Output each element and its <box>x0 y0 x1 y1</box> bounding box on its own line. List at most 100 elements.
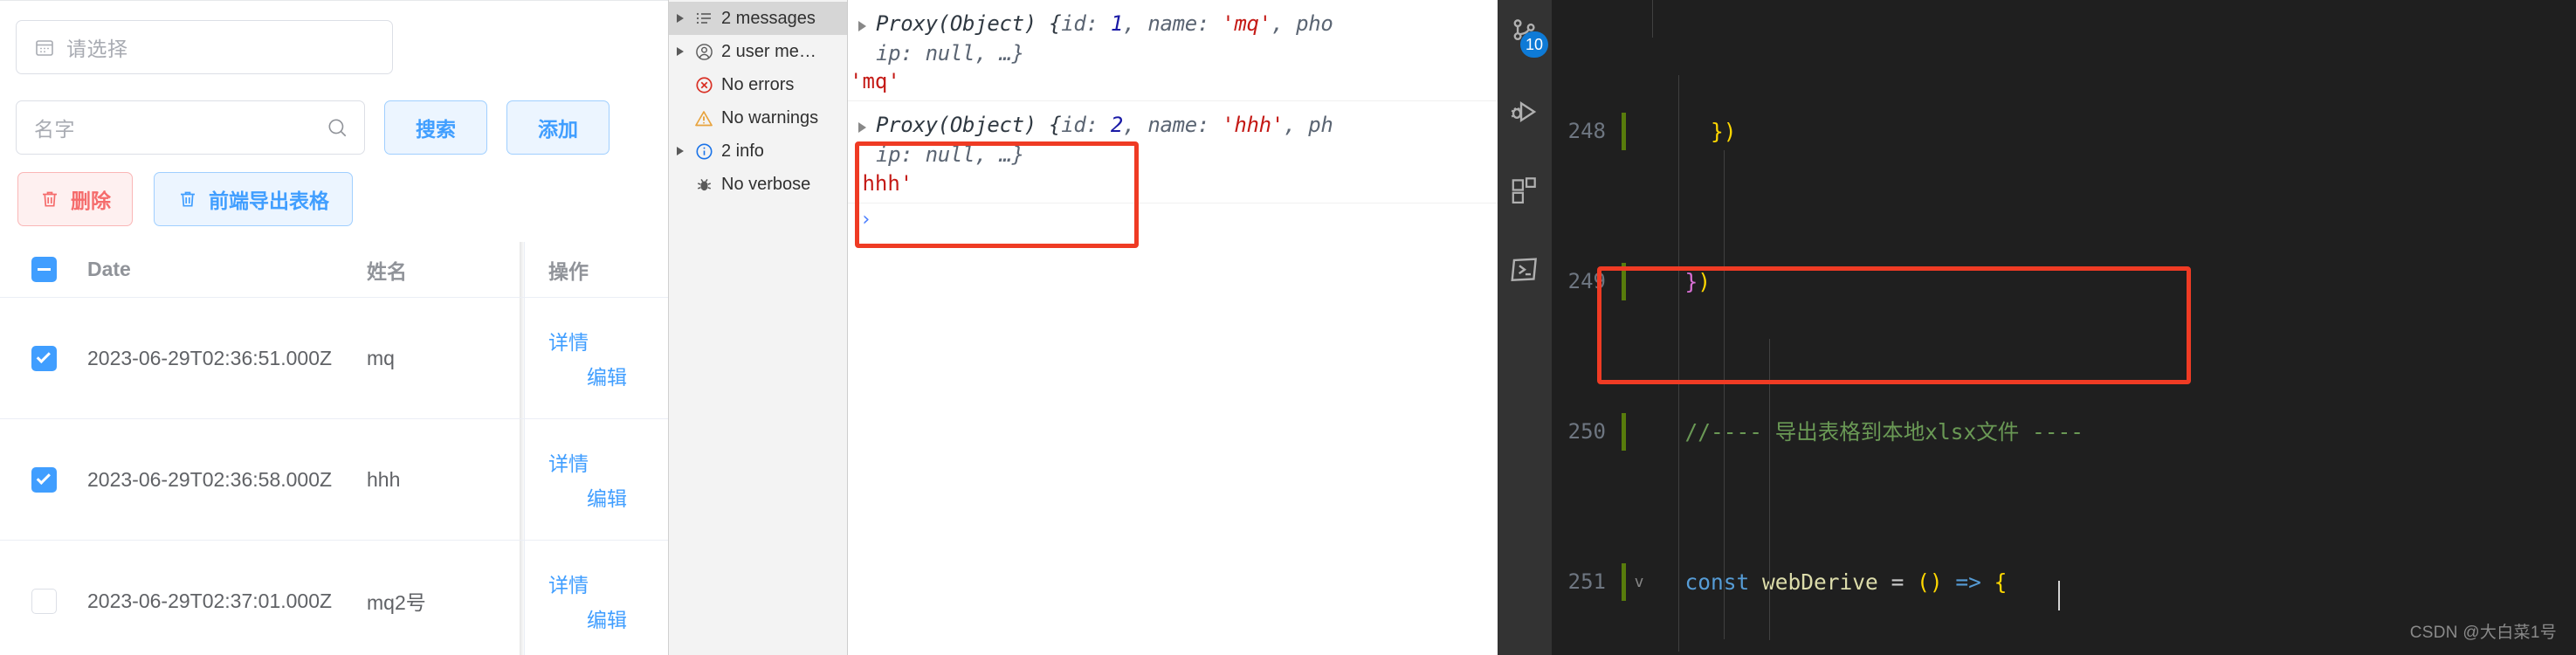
chevron-right-icon[interactable] <box>674 147 686 155</box>
detail-link[interactable]: 详情 <box>548 326 668 355</box>
code-text: }) <box>1684 269 1712 294</box>
sidebar-item-label: 2 user me… <box>721 41 816 61</box>
action-row: 删除 前端导出表格 <box>0 172 668 226</box>
search-icon[interactable] <box>326 116 348 139</box>
detail-link[interactable]: 详情 <box>548 447 668 477</box>
vscode-window: 10 248}) 249}) 250 //---- 导出表格到本地xlsx文… <box>1498 0 2576 655</box>
cell-ops: 详情 编辑 <box>524 569 668 633</box>
fixed-column-divider <box>524 298 525 418</box>
fixed-column-divider <box>524 242 525 297</box>
name-search-placeholder: 名字 <box>34 118 75 141</box>
code-lines: 248 }) 249 }) 250 //---- 导出表格到本地xlsx文件 -… <box>1552 0 2576 655</box>
code-text: //---- 导出表格到本地xlsx文件 ---- <box>1659 419 2084 445</box>
table-row: 2023-06-29T02:36:58.000Z hhh 详情 编辑 <box>0 419 668 541</box>
cell-name: mq <box>367 346 395 369</box>
text-cursor <box>2058 581 2060 610</box>
edit-link[interactable]: 编辑 <box>587 482 668 512</box>
row-checkbox[interactable] <box>31 588 57 614</box>
fold-toggle[interactable]: v <box>1626 563 1652 601</box>
select-all-checkbox[interactable] <box>31 257 57 282</box>
delete-button[interactable]: 删除 <box>17 172 133 226</box>
fixed-column-divider <box>524 541 525 655</box>
cell-name: mq2号 <box>367 591 426 614</box>
chevron-right-icon[interactable] <box>674 14 686 23</box>
delete-button-label: 删除 <box>71 190 111 212</box>
activity-item-run-and-debug[interactable] <box>1505 94 1545 134</box>
cell-name: hhh <box>367 467 401 491</box>
chevron-right-icon[interactable] <box>674 47 686 56</box>
table-header-row: Date 姓名 操作 <box>0 242 668 298</box>
devtools-console-panel: 2 messages 2 user me… No errors No warni… <box>668 0 1498 655</box>
console-prompt[interactable]: › <box>848 203 1498 334</box>
code-editor[interactable]: 248 }) 249 }) 250 //---- 导出表格到本地xlsx文件 -… <box>1552 0 2576 655</box>
add-button[interactable]: 添加 <box>506 100 610 155</box>
console-sidebar: 2 messages 2 user me… No errors No warni… <box>669 0 848 655</box>
search-row: 名字 搜索 添加 <box>0 100 668 155</box>
trash-icon <box>177 189 198 210</box>
sidebar-item-verbose[interactable]: No verbose <box>669 168 847 201</box>
terminal-icon <box>1508 253 1541 291</box>
warning-icon <box>693 109 714 128</box>
sidebar-item-label: No warnings <box>721 107 819 128</box>
bug-icon <box>693 176 714 194</box>
sidebar-item-label: No verbose <box>721 174 811 194</box>
search-button[interactable]: 搜索 <box>384 100 487 155</box>
expand-arrow-icon[interactable] <box>858 110 876 134</box>
export-table-button[interactable]: 前端导出表格 <box>154 172 353 226</box>
row-select-cell[interactable] <box>0 345 87 371</box>
sidebar-item-label: 2 messages <box>721 8 816 28</box>
activity-item-extensions[interactable] <box>1505 173 1545 213</box>
data-table: Date 姓名 操作 2023-06-29T02:36:51.000Z mq 详… <box>0 242 668 655</box>
date-picker-placeholder: 请选择 <box>66 38 128 60</box>
row-checkbox[interactable] <box>31 466 57 493</box>
sidebar-item-messages[interactable]: 2 messages <box>669 2 847 35</box>
info-icon <box>693 142 714 161</box>
console-message[interactable]: Proxy(Object) {id: 1, name: 'mq', pho ip… <box>848 0 1498 102</box>
code-line: 248 }) <box>1552 113 2576 150</box>
activity-item-terminal[interactable] <box>1505 252 1545 292</box>
calendar-icon <box>34 37 55 58</box>
cell-date: 2023-06-29T02:36:51.000Z <box>87 346 333 369</box>
cell-date: 2023-06-29T02:37:01.000Z <box>87 589 333 612</box>
row-select-cell[interactable] <box>0 588 87 614</box>
sidebar-item-errors[interactable]: No errors <box>669 68 847 101</box>
code-text: const webDerive = () => { <box>1684 569 2008 595</box>
name-search-input[interactable]: 名字 <box>16 100 365 155</box>
trash-icon <box>39 189 60 210</box>
sidebar-item-label: No errors <box>721 74 795 94</box>
run-and-debug-icon <box>1508 96 1541 134</box>
column-header-date[interactable]: Date <box>87 252 367 286</box>
sidebar-item-user-messages[interactable]: 2 user me… <box>669 35 847 68</box>
console-output[interactable]: Proxy(Object) {id: 1, name: 'mq', pho ip… <box>848 0 1498 655</box>
code-text: }) <box>1711 119 1737 144</box>
activity-item-source-control[interactable]: 10 <box>1505 16 1548 58</box>
date-picker-row: 请选择 <box>0 20 668 74</box>
line-number: 250 <box>1567 419 1606 444</box>
expand-arrow-icon[interactable] <box>858 9 876 31</box>
sidebar-item-warnings[interactable]: No warnings <box>669 101 847 134</box>
sidebar-item-label: 2 info <box>721 141 764 161</box>
column-header-name[interactable]: 姓名 <box>367 255 524 285</box>
row-select-cell[interactable] <box>0 466 87 493</box>
cell-date: 2023-06-29T02:36:58.000Z <box>87 467 333 491</box>
console-object-preview: Proxy(Object) {id: 2, name: 'hhh', ph ip… <box>876 113 1333 168</box>
row-checkbox[interactable] <box>31 345 57 371</box>
watermark: CSDN @大白菜1号 <box>2409 624 2557 642</box>
cell-ops: 详情 编辑 <box>524 447 668 512</box>
line-number: 251 <box>1567 569 1606 594</box>
export-table-button-label: 前端导出表格 <box>209 190 329 212</box>
console-message[interactable]: Proxy(Object) {id: 2, name: 'hhh', ph ip… <box>848 101 1498 203</box>
prompt-chevron-icon: › <box>860 208 872 231</box>
edit-link[interactable]: 编辑 <box>587 361 668 390</box>
activity-bar: 10 <box>1498 0 1552 655</box>
sidebar-item-info[interactable]: 2 info <box>669 134 847 168</box>
detail-link[interactable]: 详情 <box>548 569 668 598</box>
table-row: 2023-06-29T02:36:51.000Z mq 详情 编辑 <box>0 298 668 419</box>
select-all-cell[interactable] <box>0 257 87 282</box>
edit-link[interactable]: 编辑 <box>587 603 668 633</box>
console-object-preview: Proxy(Object) {id: 1, name: 'mq', pho ip… <box>876 11 1333 66</box>
console-logged-string: 'mq' <box>850 69 900 94</box>
admin-table-panel: 请选择 名字 搜索 添加 删除 前端导出表格 Date 姓名 操作 2023-0… <box>0 0 668 655</box>
date-picker[interactable]: 请选择 <box>16 20 393 74</box>
error-icon <box>693 76 714 94</box>
